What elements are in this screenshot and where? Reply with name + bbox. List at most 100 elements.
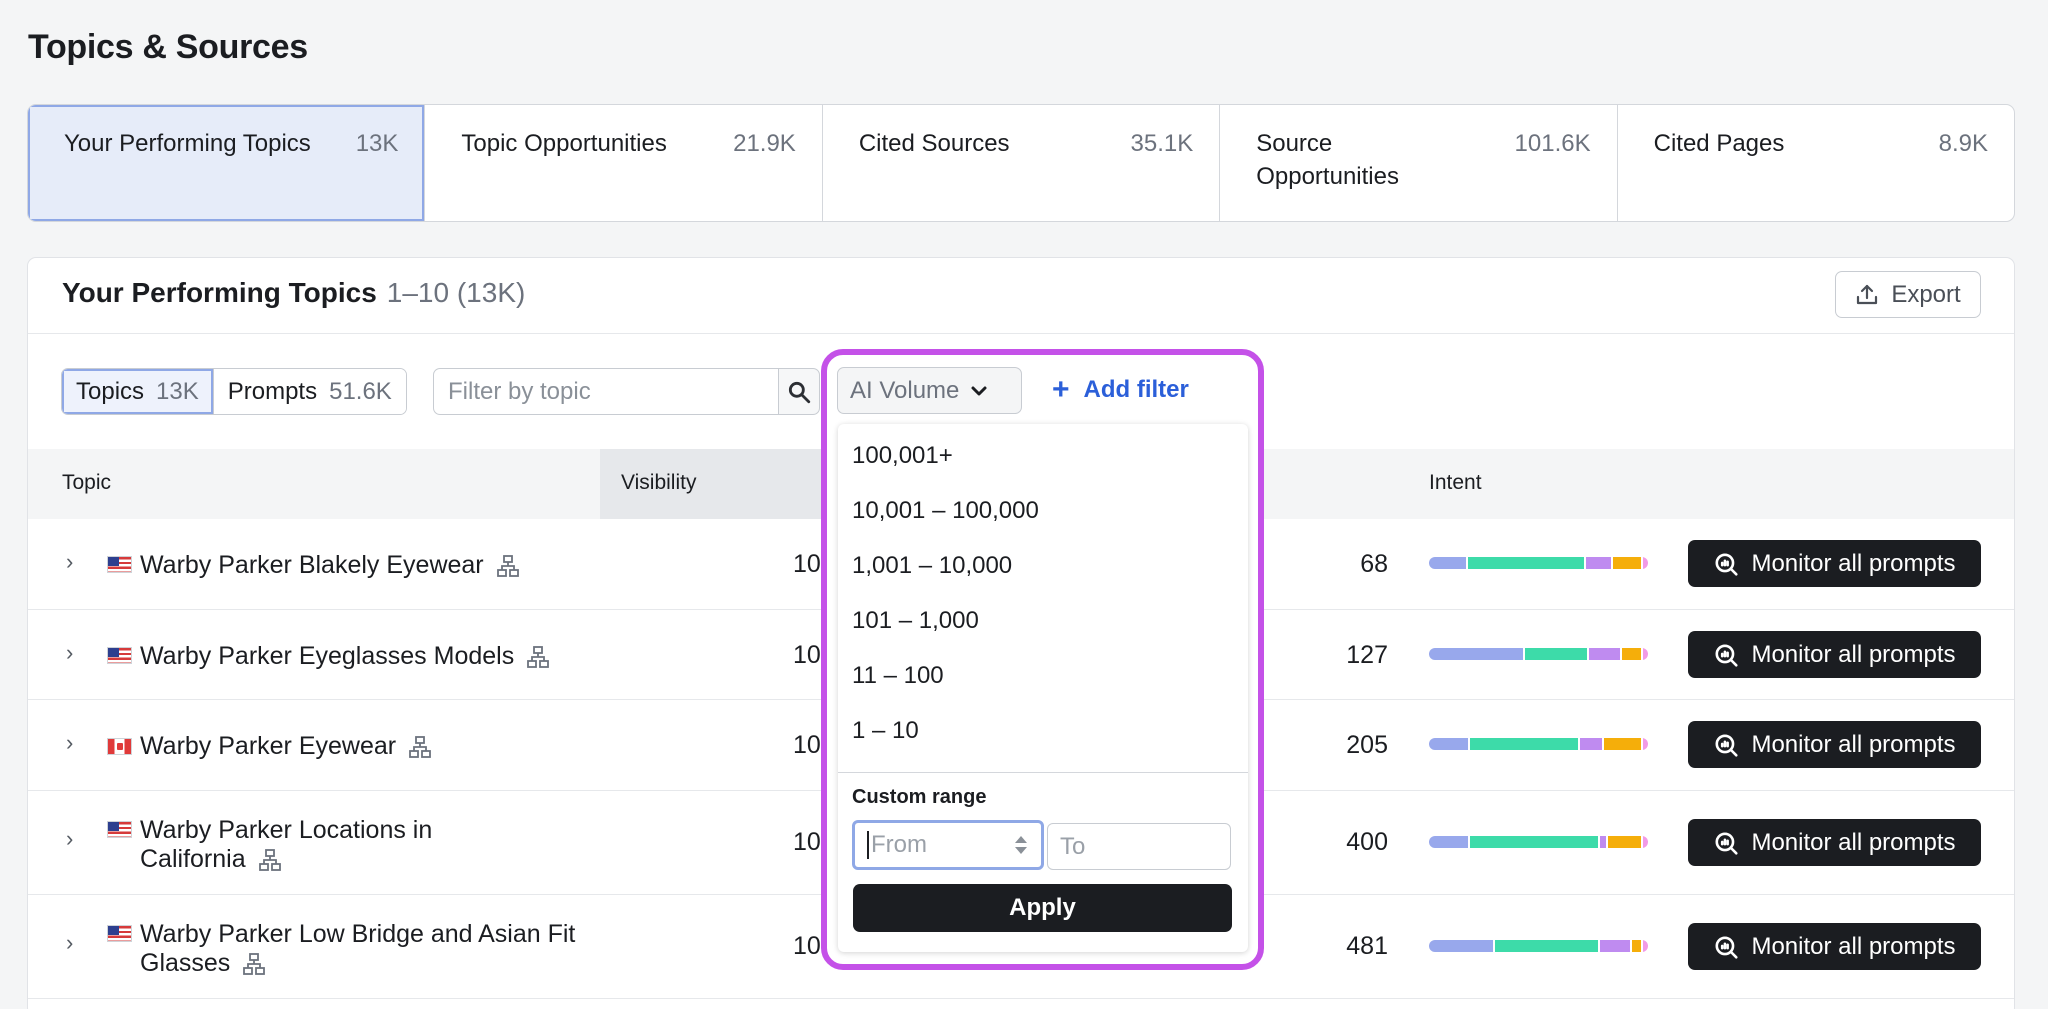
volume-option[interactable]: 101 – 1,000 — [852, 607, 979, 635]
intent-segment — [1597, 836, 1607, 848]
intent-bar — [1429, 738, 1648, 750]
tab-count: 8.9K — [1938, 130, 1989, 157]
intent-segment — [1429, 557, 1467, 569]
card-title-text: Your Performing Topics — [62, 277, 377, 308]
flag-us-icon — [107, 821, 132, 839]
tab-source-opportunities[interactable]: Source Opportunities 101.6K — [1220, 105, 1618, 221]
intent-segment — [1523, 648, 1587, 660]
intent-segment — [1468, 738, 1578, 750]
search-button[interactable] — [778, 368, 820, 415]
volume-option[interactable]: 100,001+ — [852, 442, 953, 470]
topic-name[interactable]: Warby Parker Eyeglasses Models — [140, 642, 550, 671]
volume-option[interactable]: 1,001 – 10,000 — [852, 552, 1012, 580]
monitor-all-prompts-button[interactable]: Monitor all prompts — [1688, 923, 1981, 970]
topic-name[interactable]: Warby Parker Low Bridge and Asian Fit Gl… — [140, 920, 575, 978]
tab-count: 35.1K — [1130, 130, 1194, 157]
search-icon — [788, 381, 811, 403]
column-intent[interactable]: Intent — [1429, 471, 1482, 495]
volume-value: 481 — [1346, 932, 1388, 960]
flag-ca-icon — [107, 738, 132, 756]
intent-segment — [1429, 940, 1493, 952]
tab-topic-opportunities[interactable]: Topic Opportunities 21.9K — [425, 105, 823, 221]
topic-line: Warby Parker Locations in — [140, 816, 433, 844]
volume-option[interactable]: 10,001 – 100,000 — [852, 497, 1039, 525]
tab-label: Source Opportunities — [1256, 130, 1399, 190]
intent-segment — [1492, 940, 1598, 952]
intent-bar — [1429, 940, 1648, 952]
topic-name[interactable]: Warby Parker Locations in California — [140, 816, 432, 874]
add-filter-label: Add filter — [1083, 376, 1189, 403]
ai-volume-label: AI Volume — [850, 376, 960, 404]
tab-cited-sources[interactable]: Cited Sources 35.1K — [823, 105, 1221, 221]
add-filter-button[interactable]: + Add filter — [1052, 375, 1189, 405]
topic-line: Warby Parker Low Bridge and Asian Fit — [140, 920, 576, 948]
expand-chevron-icon[interactable]: › — [66, 549, 73, 575]
hierarchy-icon[interactable] — [409, 736, 431, 759]
stepper-icon[interactable] — [1013, 834, 1029, 856]
hierarchy-icon[interactable] — [496, 555, 519, 578]
custom-range-label: Custom range — [852, 786, 987, 808]
card-title: Your Performing Topics 1–10 (13K) — [62, 277, 525, 309]
flag-us-icon — [107, 647, 132, 665]
intent-segment — [1577, 738, 1602, 750]
monitor-label: Monitor all prompts — [1751, 828, 1956, 856]
expand-chevron-icon[interactable]: › — [66, 930, 73, 956]
volume-option[interactable]: 11 – 100 — [852, 662, 944, 690]
volume-value: 205 — [1346, 731, 1388, 759]
apply-button[interactable]: Apply — [853, 884, 1232, 932]
segment-count: 51.6K — [329, 377, 392, 405]
intent-segment — [1466, 557, 1585, 569]
tab-your-performing-topics[interactable]: Your Performing Topics 13K — [28, 105, 426, 221]
topic-name[interactable]: Warby Parker Blakely Eyewear — [140, 551, 519, 580]
segment-topics[interactable]: Topics 13K — [62, 369, 213, 414]
tab-label: Your Performing Topics — [64, 130, 311, 157]
segment-count: 13K — [156, 377, 199, 405]
expand-chevron-icon[interactable]: › — [66, 826, 73, 852]
column-topic[interactable]: Topic — [62, 471, 111, 495]
segment-prompts[interactable]: Prompts 51.6K — [212, 369, 406, 414]
intent-segment — [1597, 940, 1631, 952]
intent-segment — [1468, 836, 1598, 848]
topic-filter-input[interactable]: Filter by topic — [433, 368, 779, 415]
range-to-input[interactable]: To — [1047, 823, 1231, 870]
intent-bar — [1429, 836, 1648, 848]
expand-chevron-icon[interactable]: › — [66, 730, 73, 756]
column-visibility[interactable]: Visibility — [621, 471, 696, 495]
hierarchy-icon[interactable] — [243, 953, 266, 976]
report-tabs: Your Performing Topics 13K Topic Opportu… — [27, 104, 2015, 222]
hierarchy-icon[interactable] — [258, 849, 281, 872]
intent-segment — [1584, 557, 1611, 569]
chevron-down-icon — [971, 386, 987, 395]
intent-segment — [1606, 836, 1642, 848]
monitor-all-prompts-button[interactable]: Monitor all prompts — [1688, 721, 1981, 768]
topic-name[interactable]: Warby Parker Eyewear — [140, 732, 431, 761]
topic-line: Warby Parker Blakely Eyewear — [140, 551, 484, 579]
range-from-input[interactable]: From — [852, 820, 1044, 870]
monitor-search-icon — [1715, 935, 1739, 959]
topic-line: Warby Parker Eyeglasses Models — [140, 642, 515, 670]
monitor-all-prompts-button[interactable]: Monitor all prompts — [1688, 540, 1981, 587]
intent-bar — [1429, 648, 1648, 660]
export-button[interactable]: Export — [1835, 271, 1981, 318]
monitor-search-icon — [1715, 831, 1739, 855]
monitor-search-icon — [1715, 552, 1739, 576]
row-divider — [28, 998, 2014, 999]
monitor-search-icon — [1715, 643, 1739, 667]
volume-option[interactable]: 1 – 10 — [852, 717, 919, 745]
monitor-all-prompts-button[interactable]: Monitor all prompts — [1688, 819, 1981, 866]
tab-cited-pages[interactable]: Cited Pages 8.9K — [1618, 105, 2014, 221]
monitor-label: Monitor all prompts — [1751, 932, 1956, 960]
intent-segment — [1619, 648, 1642, 660]
intent-segment — [1429, 648, 1524, 660]
monitor-label: Monitor all prompts — [1751, 640, 1956, 668]
expand-chevron-icon[interactable]: › — [66, 640, 73, 666]
hierarchy-icon[interactable] — [527, 646, 550, 669]
text-caret — [867, 831, 869, 860]
monitor-all-prompts-button[interactable]: Monitor all prompts — [1688, 631, 1981, 678]
ai-volume-select[interactable]: AI Volume — [837, 367, 1022, 414]
intent-segment — [1429, 836, 1469, 848]
segment-label: Topics — [76, 377, 145, 405]
card-range: 1–10 (13K) — [386, 277, 526, 308]
segment-label: Prompts — [227, 377, 318, 405]
tab-count: 13K — [355, 130, 399, 157]
